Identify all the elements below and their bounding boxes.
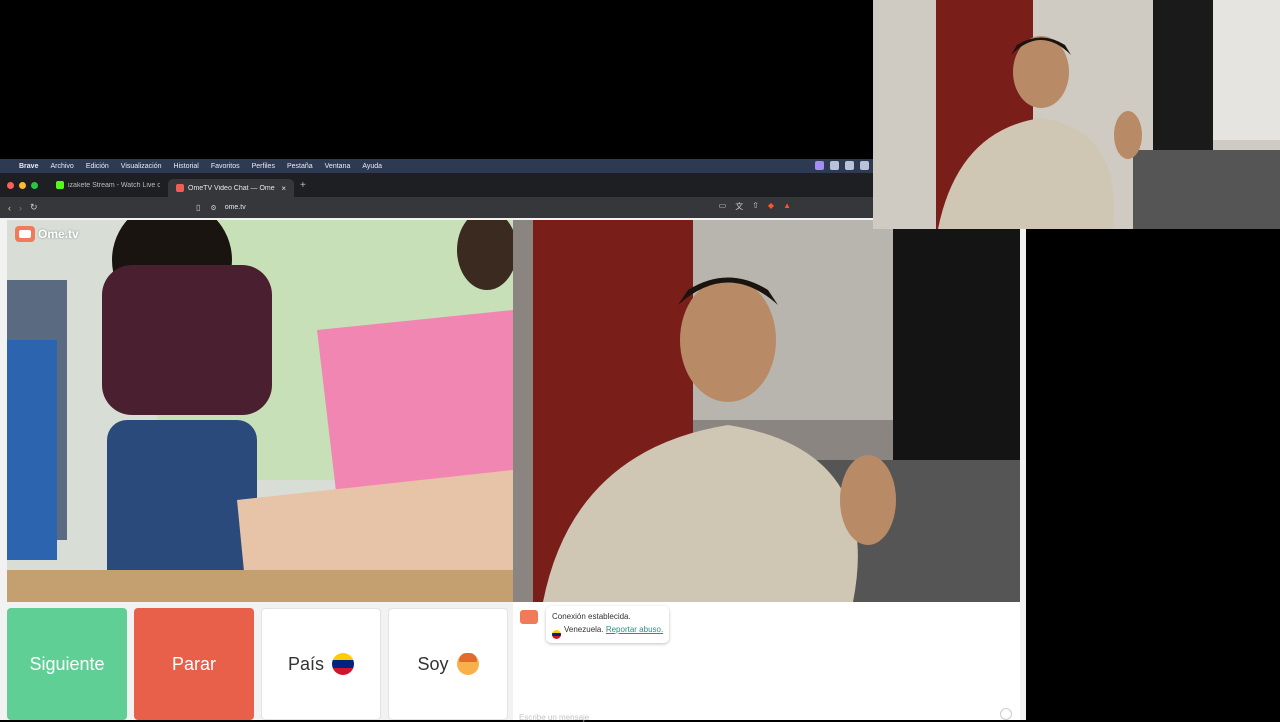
stranger-video: Ome.tv xyxy=(7,220,513,602)
zoom-window-icon[interactable] xyxy=(31,181,38,189)
ometv-favicon-icon xyxy=(176,184,184,192)
next-button[interactable]: Siguiente xyxy=(7,608,127,720)
back-icon[interactable]: ‹ xyxy=(8,203,11,213)
ometv-logo: Ome.tv xyxy=(15,226,79,242)
forward-icon[interactable]: › xyxy=(19,203,22,213)
menu-archivo[interactable]: Archivo xyxy=(50,163,73,170)
tab-kick-stream[interactable]: izakete Stream - Watch Live on Ki xyxy=(48,176,168,194)
address-bar[interactable]: ▯ ⚙ ome.tv xyxy=(196,200,796,215)
site-settings-icon[interactable]: ⚙ xyxy=(210,204,216,212)
bookmark-icon[interactable]: ▯ xyxy=(196,203,200,212)
logo-text: Ome.tv xyxy=(38,227,79,241)
menu-favoritos[interactable]: Favoritos xyxy=(211,163,240,170)
url-text[interactable]: ome.tv xyxy=(225,204,246,211)
brave-rewards-icon[interactable]: ▲ xyxy=(783,201,791,212)
country-button-label: País xyxy=(287,653,325,674)
brave-shield-icon[interactable]: ◆ xyxy=(768,201,774,212)
streamer-webcam-overlay xyxy=(873,0,1280,229)
chat-input[interactable]: Escribe un mensaje xyxy=(519,713,589,722)
own-camera-frame xyxy=(513,220,1020,602)
report-abuse-link[interactable]: Reportar abuso. xyxy=(606,625,663,634)
control-center-icon[interactable] xyxy=(830,161,839,170)
venezuela-flag-small-icon xyxy=(552,630,561,639)
menu-pestana[interactable]: Pestaña xyxy=(287,163,313,170)
user-icon[interactable] xyxy=(845,161,854,170)
gender-button-label: Soy xyxy=(417,653,449,674)
window-controls xyxy=(7,181,38,189)
reload-icon[interactable]: ↻ xyxy=(30,202,38,213)
navigation-bar: ‹ › ↻ ▯ ⚙ ome.tv ▭ 文 ⇧ ◆ ▲ xyxy=(0,197,873,218)
tab-strip: izakete Stream - Watch Live on Ki OmeTV … xyxy=(0,173,873,197)
stranger-video-frame xyxy=(7,220,513,602)
boy-emoji-icon xyxy=(456,653,479,675)
menu-historial[interactable]: Historial xyxy=(174,163,199,170)
chat-panel: Conexión establecida. Venezuela. Reporta… xyxy=(513,602,1020,722)
close-tab-icon[interactable]: × xyxy=(281,184,286,193)
translate-icon[interactable]: 文 xyxy=(735,201,743,212)
menu-ventana[interactable]: Ventana xyxy=(325,163,351,170)
tab-ometv[interactable]: OmeTV Video Chat — Ome × xyxy=(168,179,294,197)
stop-button[interactable]: Parar xyxy=(134,608,254,720)
own-camera-video xyxy=(513,220,1020,602)
battery-icon[interactable] xyxy=(860,161,869,170)
close-window-icon[interactable] xyxy=(7,181,14,189)
minimize-window-icon[interactable] xyxy=(19,181,26,189)
cast-icon[interactable]: ▭ xyxy=(719,201,727,212)
macos-menu-bar: Brave Archivo Edición Visualización Hist… xyxy=(0,159,873,173)
kick-favicon-icon xyxy=(56,181,64,189)
webcam-frame xyxy=(873,0,1280,229)
stop-button-label: Parar xyxy=(171,653,216,674)
new-tab-icon[interactable]: + xyxy=(300,180,306,191)
venezuela-flag-icon xyxy=(332,653,355,675)
menu-visualizacion[interactable]: Visualización xyxy=(121,163,162,170)
system-message: Conexión establecida. Venezuela. Reporta… xyxy=(546,606,670,643)
emoji-icon[interactable] xyxy=(1000,708,1012,720)
status-icons xyxy=(815,161,869,170)
country-button[interactable]: País xyxy=(261,608,381,720)
menu-perfiles[interactable]: Perfiles xyxy=(252,163,275,170)
menu-edicion[interactable]: Edición xyxy=(86,163,109,170)
action-buttons: Siguiente Parar País Soy xyxy=(7,608,508,720)
screen-record-icon[interactable] xyxy=(815,161,824,170)
menu-ayuda[interactable]: Ayuda xyxy=(362,163,382,170)
tab-title: OmeTV Video Chat — Ome xyxy=(188,184,275,192)
gender-button[interactable]: Soy xyxy=(388,608,508,720)
ometv-page: Ome.tv Siguiente Parar País Soy Conexión… xyxy=(0,218,1026,722)
tab-title: izakete Stream - Watch Live on Ki xyxy=(68,181,160,189)
toolbar-icons: ▭ 文 ⇧ ◆ ▲ xyxy=(719,201,791,212)
menu-brave[interactable]: Brave xyxy=(19,163,38,170)
share-icon[interactable]: ⇧ xyxy=(752,201,759,212)
connection-message: Conexión establecida. xyxy=(552,612,631,621)
country-line: Venezuela. Reportar abuso. xyxy=(552,623,663,639)
country-name: Venezuela. xyxy=(564,625,604,634)
ometv-logo-icon xyxy=(15,226,35,242)
ometv-system-icon xyxy=(520,610,538,624)
next-button-label: Siguiente xyxy=(29,653,105,674)
